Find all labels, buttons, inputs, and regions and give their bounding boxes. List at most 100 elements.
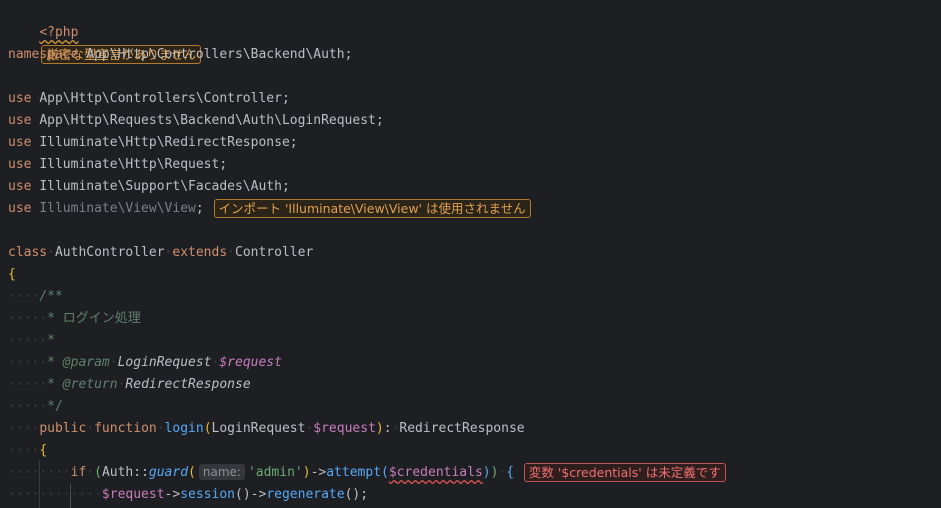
code-editor[interactable]: <?php 厳密な型宣言がありません namespace App\Http\Co… xyxy=(0,0,941,508)
semicolon: ; xyxy=(195,201,204,216)
code-line[interactable]: use App\Http\Requests\Backend\Auth\Login… xyxy=(8,110,384,132)
semicolon: ; xyxy=(281,91,290,106)
code-line[interactable]: use App\Http\Controllers\Controller; xyxy=(8,88,290,110)
code-line[interactable]: use Illuminate\Http\Request; xyxy=(8,154,227,176)
guard-method: guard xyxy=(148,465,189,480)
doc-param-type: LoginRequest xyxy=(117,355,212,370)
regenerate-method: regenerate xyxy=(266,487,345,502)
open-paren: ( xyxy=(381,465,389,480)
use-statement: Illuminate\Support\Facades\Auth xyxy=(39,179,282,194)
scope-operator: :: xyxy=(133,465,149,480)
close-paren: ) xyxy=(302,465,311,480)
indent-dots: ···· xyxy=(8,289,40,304)
param-type: LoginRequest xyxy=(211,421,306,436)
close-paren: ) xyxy=(375,421,384,436)
call-parens-semicolon: (); xyxy=(344,487,369,502)
close-paren: ) xyxy=(482,465,491,480)
doc-param-var: $request xyxy=(219,355,282,370)
use-statement: Illuminate\Http\RedirectResponse xyxy=(39,135,290,150)
code-line[interactable]: <?php 厳密な型宣言がありません xyxy=(8,0,201,64)
use-statement: App\Http\Controllers\Controller xyxy=(39,91,282,106)
use-keyword: use xyxy=(8,113,32,128)
code-line[interactable]: ····{ xyxy=(8,440,47,462)
code-line[interactable]: ·····* @param·LoginRequest·$request xyxy=(8,352,282,374)
code-line[interactable]: ····/** xyxy=(8,286,63,308)
indent-dots: ····· xyxy=(8,355,48,370)
indent-dots: ···· xyxy=(8,443,40,458)
whitespace-dot: · xyxy=(109,355,118,370)
use-keyword: use xyxy=(8,157,32,172)
doc-empty-line: * xyxy=(47,333,55,348)
code-line[interactable]: use Illuminate\Http\RedirectResponse; xyxy=(8,132,298,154)
code-line[interactable]: namespace App\Http\Controllers\Backend\A… xyxy=(8,44,352,66)
request-var: $request xyxy=(101,487,165,502)
open-paren: ( xyxy=(188,465,196,480)
indent-dots: ···· xyxy=(8,421,40,436)
semicolon: ; xyxy=(344,47,353,62)
whitespace-dot: · xyxy=(86,421,95,436)
param-name-hint: name: xyxy=(198,464,245,480)
code-line[interactable]: use Illuminate\View\View; インポート 'Illumin… xyxy=(8,198,531,220)
method-open-brace: { xyxy=(39,443,48,458)
undefined-variable-error-badge[interactable]: 変数 '$credentials' は未定義です xyxy=(523,463,726,482)
code-line[interactable]: ·····*/ xyxy=(8,396,63,418)
session-method: session xyxy=(180,487,235,502)
code-line[interactable]: use Illuminate\Support\Facades\Auth; xyxy=(8,176,290,198)
credentials-var: $credentials xyxy=(388,465,483,480)
guard-argument: 'admin' xyxy=(247,465,303,480)
class-name: AuthController xyxy=(54,245,165,260)
namespace-name: App\Http\Controllers\Backend\Auth xyxy=(86,47,345,62)
parent-class-name: Controller xyxy=(235,245,314,260)
code-line[interactable]: ·····* xyxy=(8,330,55,352)
use-keyword: use xyxy=(8,201,32,216)
auth-class: Auth xyxy=(101,465,134,480)
use-keyword: use xyxy=(8,179,32,194)
doc-open: /** xyxy=(39,289,63,304)
doc-param-tag: @param xyxy=(62,355,110,370)
code-line[interactable]: ············$request->session()->regener… xyxy=(8,484,368,506)
use-keyword: use xyxy=(8,135,32,150)
indent-dots: ············ xyxy=(8,487,102,502)
if-keyword: if xyxy=(70,465,87,480)
unused-use-statement: Illuminate\View\View xyxy=(39,201,196,216)
doc-close: */ xyxy=(47,399,63,414)
code-line[interactable]: { xyxy=(8,264,16,286)
public-keyword: public xyxy=(39,421,87,436)
method-name: login xyxy=(164,421,204,436)
arrow-operator: -> xyxy=(164,487,181,502)
class-open-brace: { xyxy=(8,267,16,282)
extends-keyword: extends xyxy=(172,245,228,260)
arrow-operator: -> xyxy=(310,465,327,480)
indent-dots: ········ xyxy=(8,465,71,480)
code-line[interactable]: ····public·function·login(LoginRequest·$… xyxy=(8,418,525,440)
code-line[interactable]: ·····* ログイン処理 xyxy=(8,308,141,330)
if-open-brace: { xyxy=(506,465,515,480)
semicolon: ; xyxy=(281,179,290,194)
open-paren: ( xyxy=(203,421,212,436)
indent-dots: ····· xyxy=(8,333,48,348)
attempt-method: attempt xyxy=(326,465,382,480)
whitespace-dot: · xyxy=(227,245,235,260)
code-line[interactable]: ········if·(Auth::guard(name:'admin')->a… xyxy=(8,462,726,484)
semicolon: ; xyxy=(219,157,228,172)
doc-star: * xyxy=(47,355,55,370)
doc-return-tag: @return xyxy=(62,377,118,392)
whitespace-dot: · xyxy=(47,245,55,260)
doc-return-type: RedirectResponse xyxy=(125,377,251,392)
code-line[interactable]: ·····* @return·RedirectResponse xyxy=(8,374,251,396)
use-statement: Illuminate\Http\Request xyxy=(39,157,220,172)
semicolon: ; xyxy=(289,135,298,150)
code-line[interactable]: class·AuthController·extends·Controller xyxy=(8,242,313,264)
arrow-operator: -> xyxy=(250,487,267,502)
colon: : xyxy=(383,421,392,436)
class-keyword: class xyxy=(8,245,48,260)
param-var: $request xyxy=(313,421,376,436)
whitespace-dot: · xyxy=(156,421,165,436)
namespace-keyword: namespace xyxy=(8,47,79,62)
semicolon: ; xyxy=(375,113,384,128)
unused-import-warning-badge[interactable]: インポート 'Illuminate\View\View' は使用されません xyxy=(213,199,531,218)
use-keyword: use xyxy=(8,91,32,106)
return-type: RedirectResponse xyxy=(399,421,525,436)
open-paren: ( xyxy=(94,465,102,480)
use-statement: App\Http\Requests\Backend\Auth\LoginRequ… xyxy=(39,113,376,128)
